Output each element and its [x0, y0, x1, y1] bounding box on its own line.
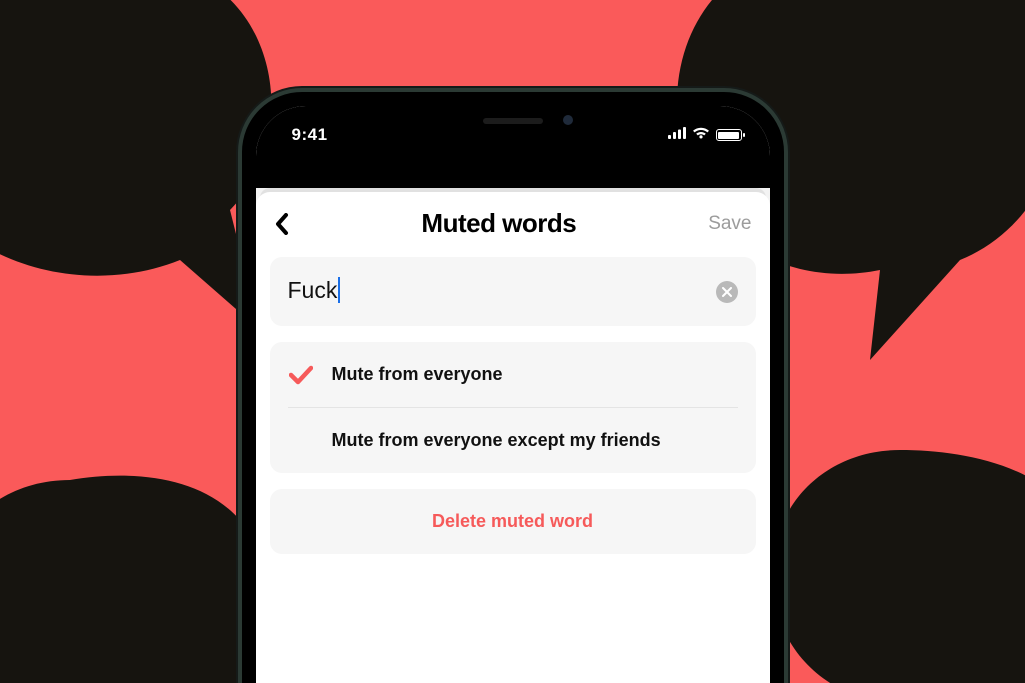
delete-label: Delete muted word [270, 511, 756, 532]
mute-options-card: Mute from everyone Mute from everyone ex… [270, 342, 756, 473]
check-icon [288, 365, 314, 385]
muted-word-input-card: Fuck [270, 257, 756, 326]
status-time: 9:41 [284, 125, 328, 145]
option-mute-except-friends[interactable]: Mute from everyone except my friends [288, 407, 738, 473]
phone-side-button [786, 314, 788, 410]
clear-input-button[interactable] [716, 281, 738, 303]
back-button[interactable] [274, 213, 290, 235]
muted-word-value: Fuck [288, 277, 338, 303]
save-button[interactable]: Save [708, 213, 751, 235]
battery-icon [716, 129, 742, 141]
muted-word-input[interactable]: Fuck [288, 277, 716, 306]
text-cursor [338, 277, 340, 303]
phone-side-button [238, 242, 240, 276]
option-mute-everyone[interactable]: Mute from everyone [288, 342, 738, 407]
delete-muted-word-button[interactable]: Delete muted word [270, 489, 756, 554]
phone-notch [395, 106, 631, 140]
option-label: Mute from everyone except my friends [332, 430, 661, 451]
phone-screen: 9:41 Muted words Save [256, 106, 770, 683]
phone-frame: 9:41 Muted words Save [238, 88, 788, 683]
page-title: Muted words [421, 208, 576, 239]
cellular-icon [668, 126, 686, 144]
status-icons [668, 126, 742, 144]
wifi-icon [692, 126, 710, 144]
app-content: Muted words Save Fuck [256, 188, 770, 683]
nav-bar: Muted words Save [270, 206, 756, 257]
option-label: Mute from everyone [332, 364, 503, 385]
phone-side-button [238, 302, 240, 364]
phone-side-button [238, 378, 240, 440]
modal-sheet: Muted words Save Fuck [256, 192, 770, 683]
